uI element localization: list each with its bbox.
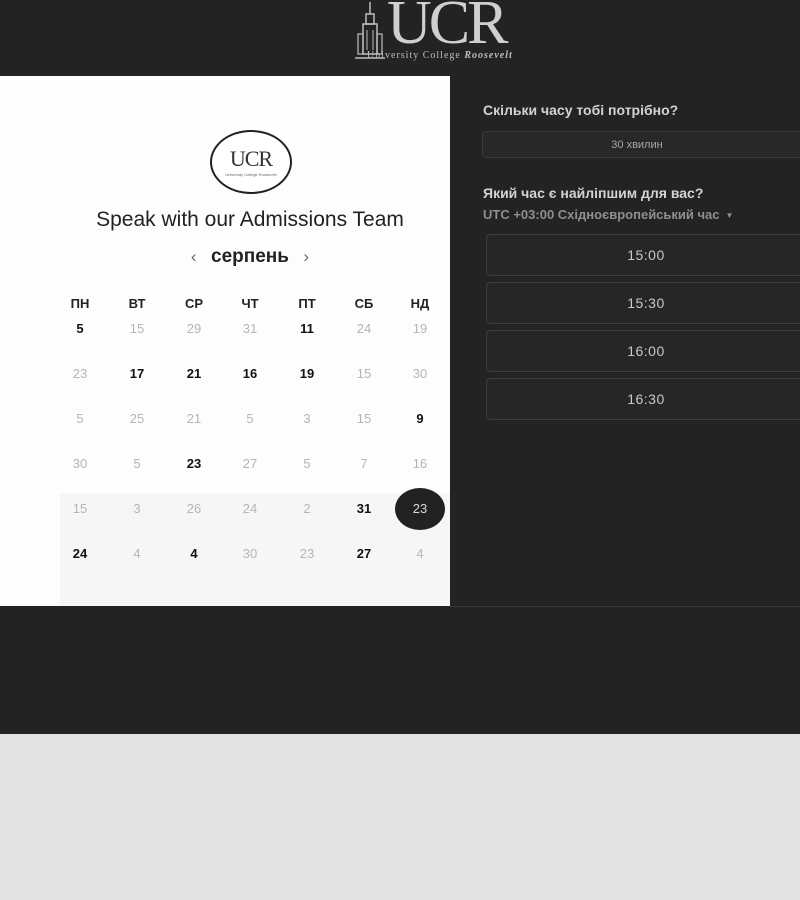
time-slot-button[interactable]: 16:30 [486, 378, 800, 420]
weekday-header: СБ [354, 296, 374, 311]
calendar-day: 5 [133, 456, 141, 471]
calendar-panel: UCR University College Roosevelt Speak w… [0, 76, 450, 606]
current-month-label: серпень [211, 246, 289, 267]
calendar-day: 23 [299, 546, 315, 561]
duration-select[interactable]: 30 хвилин [482, 131, 800, 158]
calendar-day: 3 [303, 411, 311, 426]
calendar-day: 5 [246, 411, 254, 426]
calendar-day: 7 [360, 456, 368, 471]
calendar-day: 23 [72, 366, 88, 381]
logo-subtitle: University College Roosevelt [367, 50, 513, 61]
calendar-day[interactable]: 9 [400, 409, 440, 429]
calendar-day: 4 [133, 546, 141, 561]
header-logo: UCR University College Roosevelt [355, 0, 545, 66]
prev-month-chevron-icon[interactable]: ‹ [191, 247, 197, 267]
calendar-day: 27 [242, 456, 258, 471]
calendar-day: 5 [76, 411, 84, 426]
logo-subtitle-main: University College [367, 50, 461, 61]
calendar-day[interactable]: 31 [344, 499, 384, 519]
weekday-header: СР [184, 296, 204, 311]
calendar-day[interactable]: 4 [174, 544, 214, 564]
calendar-day: 15 [356, 411, 372, 426]
timezone-label: UTC +03:00 Східноєвропейський час [483, 207, 720, 222]
month-navigation: ‹ серпень › [0, 246, 500, 268]
badge-letters: UCR [229, 146, 273, 171]
calendar-day[interactable]: 24 [60, 544, 100, 564]
calendar-day: 30 [242, 546, 258, 561]
calendar-day: 3 [133, 501, 141, 516]
calendar-day[interactable]: 5 [60, 319, 100, 339]
calendar-day: 25 [129, 411, 145, 426]
calendar-day: 30 [412, 366, 428, 381]
calendar-day[interactable]: 19 [287, 364, 327, 384]
calendar-day: 26 [186, 501, 202, 516]
timezone-selector[interactable]: UTC +03:00 Східноєвропейський час ▼ [483, 207, 733, 222]
weekday-header: ЧТ [241, 296, 259, 311]
logo-letters: UCR [387, 0, 508, 57]
calendar-day[interactable]: 23 [174, 454, 214, 474]
calendar-day[interactable]: 11 [287, 319, 327, 339]
time-slot-button[interactable]: 16:00 [486, 330, 800, 372]
calendar-day: 24 [356, 321, 372, 336]
calendar-day: 24 [242, 501, 258, 516]
weekday-header: ПТ [298, 296, 316, 311]
calendar-day: 15 [356, 366, 372, 381]
weekday-header: ВТ [128, 296, 146, 311]
duration-question: Скільки часу тобі потрібно? [483, 102, 679, 118]
panel-divider [450, 606, 800, 607]
ucr-badge-logo: UCR University College Roosevelt [210, 130, 292, 194]
weekday-header: НД [410, 296, 430, 311]
calendar-day[interactable]: 17 [117, 364, 157, 384]
calendar-day: 5 [303, 456, 311, 471]
caret-down-icon: ▼ [725, 211, 734, 221]
calendar-day: 2 [303, 501, 311, 516]
time-slot-button[interactable]: 15:00 [486, 234, 800, 276]
calendar-day: 29 [186, 321, 202, 336]
calendar-day: 21 [186, 411, 202, 426]
logo-subtitle-script: Roosevelt [464, 50, 513, 61]
calendar-day: 4 [416, 546, 424, 561]
calendar-day: 19 [412, 321, 428, 336]
calendar-day: 31 [242, 321, 258, 336]
weekday-header: ПН [70, 296, 90, 311]
calendar-day: 30 [72, 456, 88, 471]
calendar-day: 16 [412, 456, 428, 471]
badge-subtitle: University College Roosevelt [225, 172, 277, 177]
calendar-title: Speak with our Admissions Team [96, 208, 404, 231]
selected-day[interactable]: 23 [395, 488, 445, 530]
time-slot-button[interactable]: 15:30 [486, 282, 800, 324]
calendar-day[interactable]: 27 [344, 544, 384, 564]
time-question: Який час є найліпшим для вас? [483, 185, 704, 201]
calendar-day[interactable]: 16 [230, 364, 270, 384]
calendar-day: 15 [72, 501, 88, 516]
next-month-chevron-icon[interactable]: › [303, 247, 309, 267]
calendar-day: 15 [129, 321, 145, 336]
calendar-day[interactable]: 21 [174, 364, 214, 384]
